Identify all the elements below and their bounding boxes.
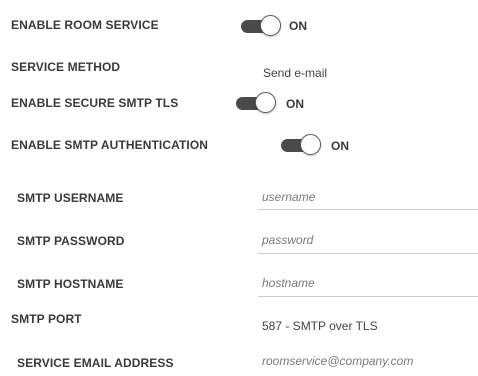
enable-secure-smtp-tls-label: ENABLE SECURE SMTP TLS (11, 96, 179, 110)
toggle-knob (300, 134, 321, 155)
enable-smtp-authentication-label: ENABLE SMTP AUTHENTICATION (11, 138, 209, 152)
service-email-address-label: SERVICE EMAIL ADDRESS (17, 356, 174, 370)
smtp-username-underline (258, 209, 478, 210)
toggle-knob (260, 15, 281, 36)
smtp-username-label: SMTP USERNAME (17, 191, 124, 205)
toggle-knob (255, 92, 276, 113)
service-email-address-input[interactable]: roomservice@company.com (262, 354, 413, 368)
enable-room-service-toggle[interactable] (237, 15, 283, 37)
enable-secure-smtp-tls-toggle[interactable] (232, 92, 278, 114)
smtp-password-label: SMTP PASSWORD (17, 234, 125, 248)
smtp-hostname-underline (258, 296, 478, 297)
service-method-select[interactable]: Send e-mail (263, 66, 327, 80)
smtp-password-input[interactable]: password (262, 233, 313, 247)
smtp-hostname-input[interactable]: hostname (262, 276, 315, 290)
service-method-label: SERVICE METHOD (11, 60, 121, 74)
smtp-port-select[interactable]: 587 - SMTP over TLS (262, 319, 378, 333)
smtp-username-input[interactable]: username (262, 190, 315, 204)
smtp-port-label: SMTP PORT (11, 312, 82, 326)
enable-secure-smtp-tls-state: ON (286, 97, 304, 111)
enable-room-service-label: ENABLE ROOM SERVICE (11, 18, 159, 32)
enable-smtp-authentication-toggle[interactable] (277, 134, 323, 156)
enable-room-service-state: ON (289, 19, 307, 33)
enable-smtp-authentication-state: ON (331, 139, 349, 153)
smtp-password-underline (258, 253, 478, 254)
smtp-hostname-label: SMTP HOSTNAME (17, 277, 124, 291)
